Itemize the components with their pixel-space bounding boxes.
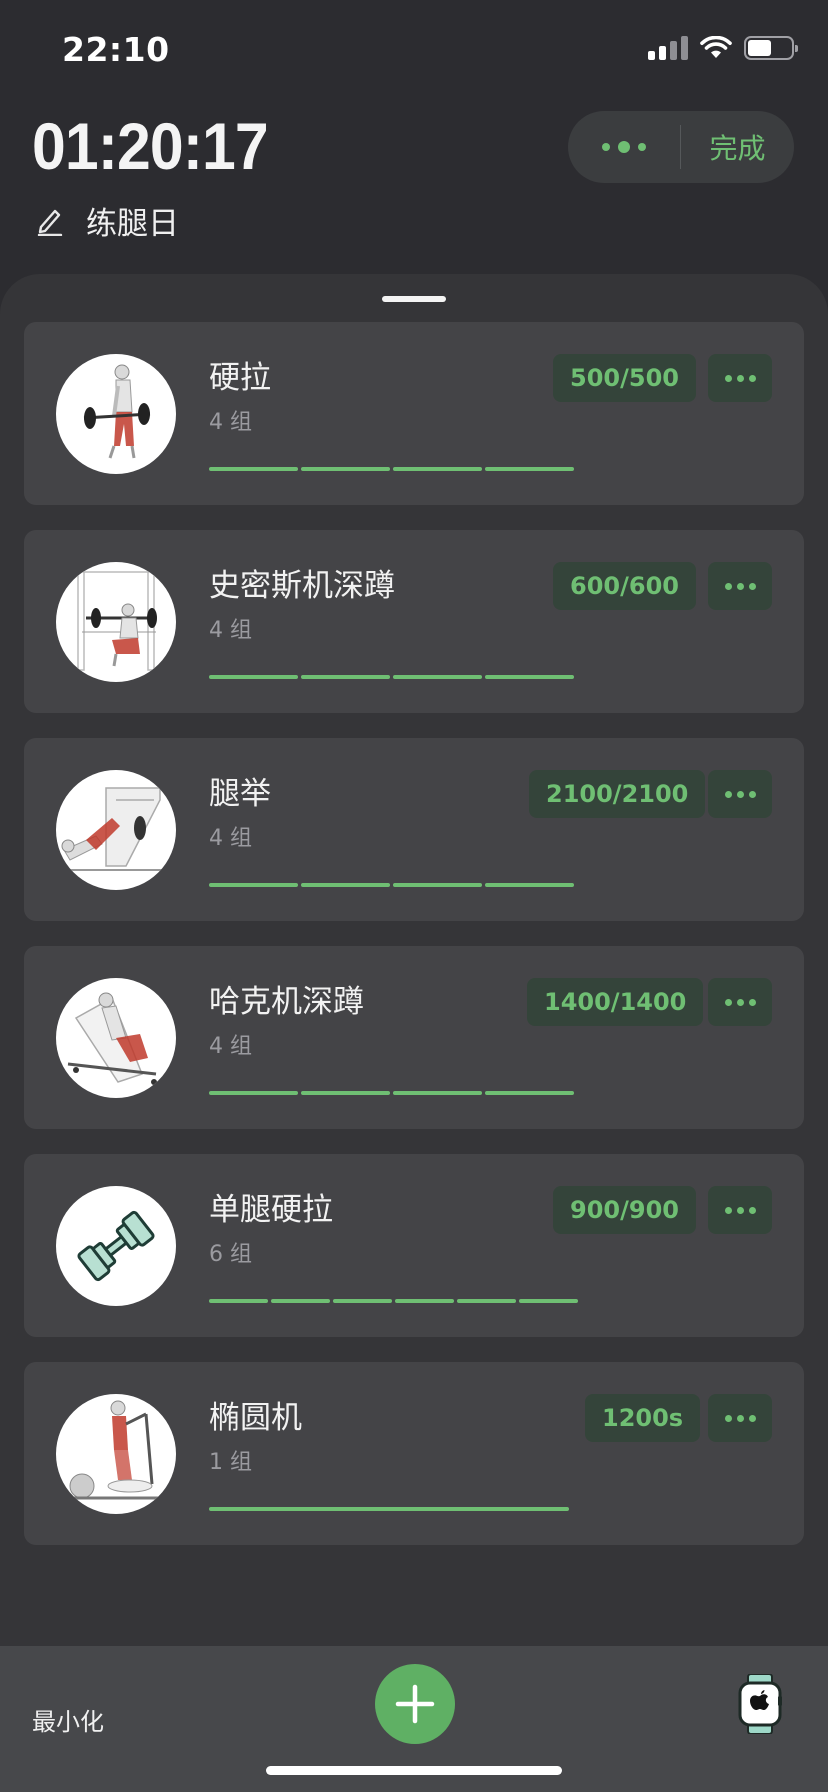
volume-badge: 500/500 — [553, 354, 696, 402]
volume-badge: 1400/1400 — [527, 978, 704, 1026]
workout-timer: 01:20:17 — [32, 109, 269, 183]
dumbbell-icon — [56, 1186, 176, 1306]
minimize-button[interactable]: 最小化 — [32, 1702, 104, 1737]
battery-icon — [744, 36, 798, 60]
set-progress — [209, 1091, 574, 1095]
bottom-bar: 最小化 — [0, 1646, 828, 1792]
exercise-card[interactable]: 椭圆机 1 组 1200s — [24, 1362, 804, 1545]
volume-badge: 900/900 — [553, 1186, 696, 1234]
exercise-card[interactable]: 硬拉 4 组 500/500 — [24, 322, 804, 505]
set-progress — [209, 1507, 569, 1511]
status-icons — [648, 36, 798, 60]
smith-squat-icon — [56, 562, 176, 682]
home-indicator — [266, 1766, 562, 1775]
edit-pencil-icon — [37, 209, 63, 236]
set-progress — [209, 883, 574, 887]
exercise-card[interactable]: 单腿硬拉 6 组 900/900 — [24, 1154, 804, 1337]
exercise-name: 单腿硬拉 — [209, 1192, 333, 1228]
exercise-sets: 4 组 — [209, 826, 252, 851]
volume-badge: 600/600 — [553, 562, 696, 610]
status-time: 22:10 — [62, 30, 170, 69]
exercise-card[interactable]: 史密斯机深蹲 4 组 600/600 — [24, 530, 804, 713]
workout-name-row[interactable]: 练腿日 — [36, 198, 179, 243]
set-progress — [209, 1299, 578, 1303]
leg-press-icon — [56, 770, 176, 890]
exercise-card[interactable]: 哈克机深蹲 4 组 1400/1400 — [24, 946, 804, 1129]
status-bar: 22:10 — [0, 0, 828, 100]
more-button[interactable] — [708, 1394, 772, 1442]
exercise-sets: 6 组 — [209, 1242, 252, 1267]
deadlift-icon — [56, 354, 176, 474]
exercise-card[interactable]: 腿举 4 组 2100/2100 — [24, 738, 804, 921]
options-button[interactable] — [568, 111, 680, 183]
exercise-sets: 4 组 — [209, 410, 252, 435]
apple-watch-icon[interactable] — [738, 1673, 782, 1738]
set-progress — [209, 675, 574, 679]
volume-badge: 1200s — [585, 1394, 701, 1442]
exercise-sheet: 硬拉 4 组 500/500 史密斯机深蹲 4 组 600/600 腿举 4 组… — [0, 274, 828, 1654]
finish-button[interactable]: 完成 — [681, 127, 794, 167]
exercise-name: 椭圆机 — [209, 1400, 302, 1436]
exercise-name: 史密斯机深蹲 — [209, 568, 395, 604]
more-button[interactable] — [708, 978, 772, 1026]
more-button[interactable] — [708, 562, 772, 610]
workout-name: 练腿日 — [86, 206, 179, 242]
wifi-icon — [700, 36, 732, 58]
workout-control-pill: 完成 — [568, 111, 794, 183]
hack-squat-icon — [56, 978, 176, 1098]
cellular-signal-icon — [648, 36, 688, 60]
elliptical-icon — [56, 1394, 176, 1514]
exercise-sets: 1 组 — [209, 1450, 252, 1475]
exercise-sets: 4 组 — [209, 618, 252, 643]
sheet-grabber[interactable] — [382, 296, 446, 302]
plus-icon — [395, 1684, 435, 1724]
exercise-name: 哈克机深蹲 — [209, 984, 364, 1020]
exercise-name: 硬拉 — [209, 360, 271, 396]
exercise-name: 腿举 — [209, 776, 271, 812]
more-button[interactable] — [708, 770, 772, 818]
add-exercise-button[interactable] — [375, 1664, 455, 1744]
exercise-sets: 4 组 — [209, 1034, 252, 1059]
set-progress — [209, 467, 574, 471]
volume-badge: 2100/2100 — [529, 770, 706, 818]
more-button[interactable] — [708, 1186, 772, 1234]
more-button[interactable] — [708, 354, 772, 402]
